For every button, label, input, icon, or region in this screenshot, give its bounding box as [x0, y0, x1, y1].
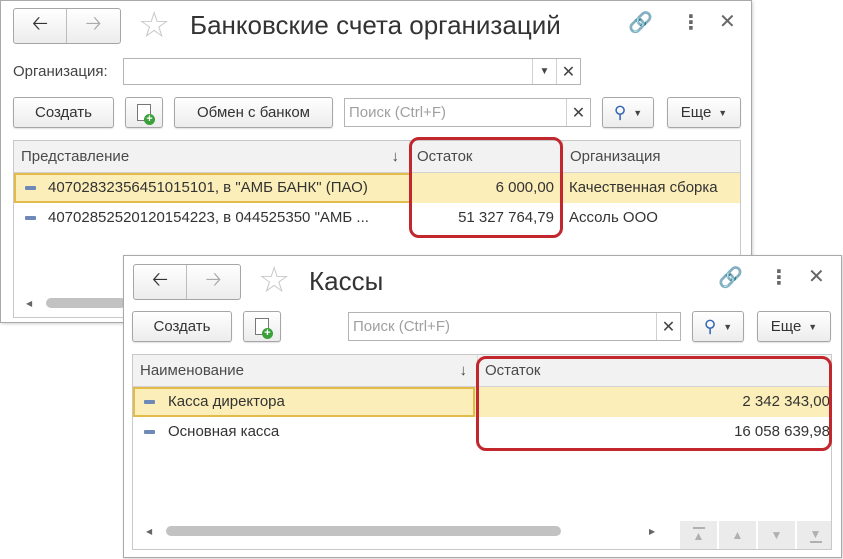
star-icon[interactable]: ☆	[138, 7, 170, 43]
window-title: Банковские счета организаций	[190, 10, 561, 40]
table-header: Представление ↓ Остаток Организация	[14, 141, 740, 173]
page-up-icon: ▲	[731, 528, 744, 542]
back-button[interactable]: 🡠	[134, 265, 187, 299]
account-balance: 51 327 764,79	[458, 209, 554, 226]
document-add-icon	[137, 104, 155, 125]
document-add-icon	[255, 318, 273, 339]
link-icon[interactable]: 🔗	[718, 268, 743, 288]
search-input[interactable]	[349, 313, 654, 340]
arrow-right-icon: 🡢	[205, 269, 222, 291]
cash-desk-balance: 2 342 343,00	[742, 393, 830, 410]
first-page-button[interactable]: ▲	[679, 521, 717, 549]
last-page-button[interactable]: ▼	[796, 521, 831, 549]
column-header-name[interactable]: Наименование ↓	[133, 355, 478, 386]
column-label: Наименование	[140, 362, 244, 379]
account-organization: Ассоль ООО	[569, 209, 658, 226]
table-row[interactable]: Касса директора 2 342 343,00	[133, 387, 831, 417]
table-row[interactable]: 40702852520120154223, в 044525350 "АМБ .…	[14, 203, 740, 233]
create-button[interactable]: Создать	[132, 311, 232, 342]
scroll-left-icon[interactable]: ◀	[26, 299, 32, 308]
search-button[interactable]: ⚲ ▼	[602, 97, 654, 128]
search-input[interactable]	[345, 99, 564, 126]
account-balance: 6 000,00	[495, 179, 554, 196]
chevron-down-icon: ▼	[633, 107, 643, 118]
arrow-left-icon: 🡠	[151, 269, 169, 291]
chevron-down-icon: ▼	[718, 107, 728, 118]
back-button[interactable]: 🡠	[14, 9, 67, 43]
column-header-balance[interactable]: Остаток	[410, 141, 563, 172]
more-vertical-icon[interactable]: ⋮	[681, 13, 701, 33]
copy-add-button[interactable]	[243, 311, 281, 342]
scrollbar-thumb[interactable]	[166, 526, 561, 536]
search-button[interactable]: ⚲ ▼	[692, 311, 744, 342]
link-icon[interactable]: 🔗	[628, 13, 653, 33]
cash-desks-table: Наименование ↓ Остаток Касса директора 2…	[132, 354, 832, 550]
chevron-down-icon: ▼	[723, 321, 733, 332]
organization-field[interactable]: ▼ ✕	[123, 58, 581, 85]
table-row[interactable]: Основная касса 16 058 639,98	[133, 417, 831, 447]
cash-desks-window: 🡠 🡢 ☆ Кассы 🔗 ⋮ ✕ Создать ✕ ⚲▼ Еще▼ Наим…	[123, 255, 842, 558]
more-label: Еще	[770, 318, 802, 335]
sort-down-icon: ↓	[459, 362, 468, 379]
search-field[interactable]: ✕	[348, 312, 681, 341]
scroll-to-top-icon: ▲	[692, 527, 705, 543]
page-up-button[interactable]: ▲	[718, 521, 756, 549]
more-label: Еще	[680, 104, 712, 121]
horizontal-scrollbar[interactable]	[46, 298, 126, 308]
nav-buttons: 🡠 🡢	[133, 264, 241, 300]
more-vertical-icon[interactable]: ⋮	[769, 268, 789, 288]
create-button[interactable]: Создать	[13, 97, 114, 128]
cash-desk-name: Касса директора	[168, 393, 285, 410]
search-field[interactable]: ✕	[344, 98, 591, 127]
row-icon	[144, 430, 155, 434]
magnifier-icon: ⚲	[703, 316, 717, 336]
page-down-button[interactable]: ▼	[757, 521, 795, 549]
cash-desk-balance: 16 058 639,98	[734, 423, 830, 440]
account-name: 40702832356451015101, в "АМБ БАНК" (ПАО)	[48, 179, 368, 196]
row-icon	[25, 186, 36, 190]
close-icon[interactable]: ✕	[808, 267, 825, 287]
copy-add-button[interactable]	[125, 97, 163, 128]
column-header-representation[interactable]: Представление ↓	[14, 141, 410, 172]
dropdown-icon[interactable]: ▼	[532, 59, 556, 84]
horizontal-scrollbar[interactable]	[166, 526, 646, 536]
scroll-right-icon[interactable]: ▶	[649, 527, 655, 536]
organization-label: Организация:	[13, 63, 108, 80]
nav-buttons: 🡠 🡢	[13, 8, 121, 44]
chevron-down-icon: ▼	[808, 321, 818, 332]
magnifier-icon: ⚲	[613, 102, 627, 122]
column-header-balance[interactable]: Остаток	[478, 355, 831, 386]
window-title: Кассы	[309, 266, 384, 296]
column-header-organization[interactable]: Организация	[563, 141, 740, 172]
clear-search-icon[interactable]: ✕	[656, 313, 680, 340]
row-icon	[25, 216, 36, 220]
bank-exchange-button[interactable]: Обмен с банком	[174, 97, 333, 128]
arrow-right-icon: 🡢	[85, 13, 102, 35]
page-down-icon: ▼	[770, 528, 783, 542]
star-icon[interactable]: ☆	[258, 262, 290, 298]
clear-search-icon[interactable]: ✕	[566, 99, 590, 126]
forward-button[interactable]: 🡢	[187, 265, 240, 299]
table-row[interactable]: 40702832356451015101, в "АМБ БАНК" (ПАО)…	[14, 173, 740, 203]
sort-down-icon: ↓	[391, 148, 400, 165]
close-icon[interactable]: ✕	[719, 12, 736, 32]
table-header: Наименование ↓ Остаток	[133, 355, 831, 387]
forward-button[interactable]: 🡢	[67, 9, 120, 43]
account-name: 40702852520120154223, в 044525350 "АМБ .…	[48, 209, 369, 226]
row-icon	[144, 400, 155, 404]
scroll-to-bottom-icon: ▼	[809, 527, 822, 543]
column-label: Представление	[21, 148, 130, 165]
clear-icon[interactable]: ✕	[556, 59, 580, 84]
more-button[interactable]: Еще ▼	[667, 97, 741, 128]
cash-desk-name: Основная касса	[168, 423, 280, 440]
scroll-left-icon[interactable]: ◀	[146, 527, 152, 536]
scrollbar-thumb[interactable]	[46, 298, 126, 308]
account-organization: Качественная сборка	[569, 179, 718, 196]
arrow-left-icon: 🡠	[31, 13, 49, 35]
more-button[interactable]: Еще ▼	[757, 311, 831, 342]
